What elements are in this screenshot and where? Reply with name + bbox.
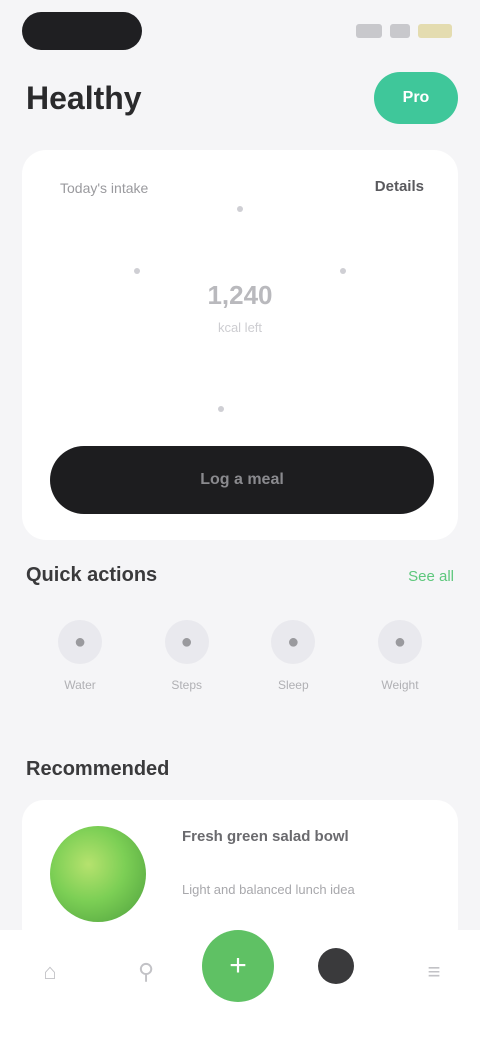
log-meal-button[interactable]: Log a meal (50, 446, 434, 514)
quick-item-water[interactable]: ● Water (40, 620, 120, 720)
gauge-subtitle: kcal left (217, 320, 263, 335)
quick-item-steps[interactable]: ● Steps (147, 620, 227, 720)
quick-item-weight[interactable]: ● Weight (360, 620, 440, 720)
details-link[interactable]: Details (375, 178, 424, 195)
dynamic-island (22, 12, 142, 50)
quick-item-label: Steps (171, 678, 202, 692)
gauge-dot (340, 268, 346, 274)
gauge-dot (134, 268, 140, 274)
page-title: Healthy (26, 80, 142, 116)
status-icons (352, 22, 452, 40)
recommendation-card[interactable]: Fresh green salad bowl Light and balance… (22, 800, 458, 950)
gauge-value: 1,240 (207, 280, 273, 310)
steps-icon: ● (164, 620, 209, 664)
battery-icon (418, 24, 452, 38)
salad-image (50, 826, 146, 922)
menu-icon[interactable]: ≡ (414, 952, 454, 992)
quick-actions-title: Quick actions (26, 564, 158, 586)
see-all-link[interactable]: See all (408, 568, 454, 585)
search-icon[interactable]: ⚲ (126, 952, 166, 992)
profile-icon[interactable] (318, 948, 354, 984)
recommendation-title: Fresh green salad bowl (182, 828, 349, 845)
recommended-title: Recommended (26, 758, 170, 780)
quick-item-label: Sleep (277, 678, 309, 692)
quick-actions: ● Water ● Steps ● Sleep ● Weight (22, 620, 458, 720)
plus-icon[interactable]: + (202, 930, 274, 1002)
wifi-icon (390, 24, 410, 38)
moon-icon: ● (271, 620, 316, 664)
summary-card: Today's intake Details 1,240 kcal left L… (22, 150, 458, 540)
home-icon[interactable]: ⌂ (30, 952, 70, 992)
quick-item-label: Weight (381, 678, 419, 692)
gauge-dot (218, 406, 224, 412)
quick-item-label: Water (64, 678, 96, 692)
recommendation-description: Light and balanced lunch idea (182, 882, 355, 897)
bottom-nav: ⌂ ⚲ + ≡ (0, 930, 480, 1040)
gauge-dot (237, 206, 243, 212)
drop-icon: ● (58, 620, 102, 664)
intake-label: Today's intake (60, 180, 149, 196)
scale-icon: ● (377, 620, 422, 664)
status-bar (0, 0, 480, 60)
pro-button[interactable]: Pro (374, 72, 458, 124)
signal-icon (356, 24, 382, 38)
quick-item-sleep[interactable]: ● Sleep (253, 620, 333, 720)
